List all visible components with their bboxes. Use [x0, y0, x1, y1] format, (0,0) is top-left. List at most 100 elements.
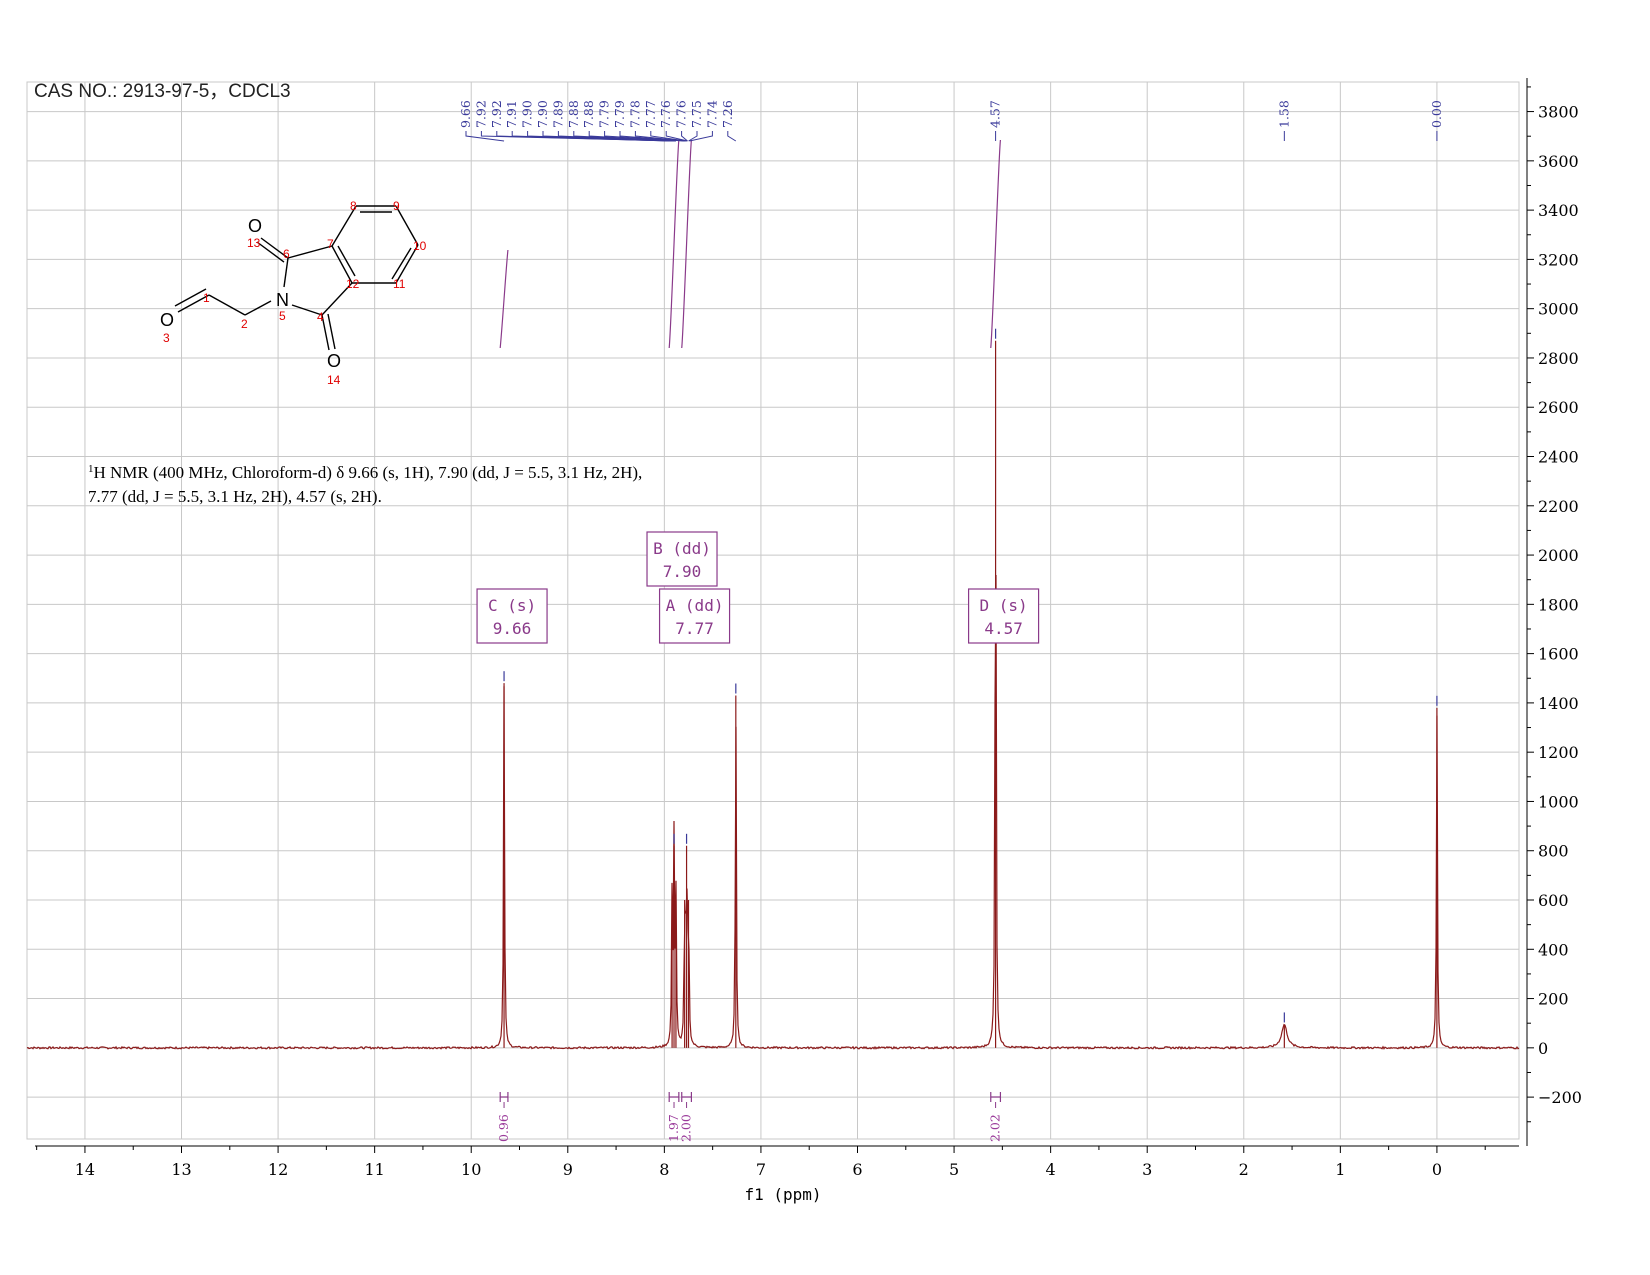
x-tick-label: 12 — [268, 1160, 288, 1179]
atom-number-13: 13 — [247, 236, 261, 250]
peak-label: 7.26 — [720, 100, 735, 128]
x-tick-label: 8 — [659, 1160, 669, 1179]
atom-number-2: 2 — [241, 317, 248, 331]
atom-number-12: 12 — [346, 277, 360, 291]
peak-label: 7.91 — [504, 100, 519, 128]
molecule-structure: O O O N 1 2 3 4 5 6 7 8 9 10 11 12 13 14 — [160, 199, 427, 387]
multiplet-shift: 7.90 — [663, 562, 702, 581]
nmr-spectrum-chart: CAS NO.: 2913-97-5，CDCL3 O O O N 1 2 3 4… — [26, 78, 1582, 1204]
nmr-description-line2: 7.77 (dd, J = 5.5, 3.1 Hz, 2H), 4.57 (s,… — [88, 487, 382, 506]
peak-label: 7.88 — [581, 100, 596, 128]
atom-o14: O — [327, 351, 341, 371]
y-tick-label: 3600 — [1538, 152, 1579, 171]
peak-label: 7.79 — [597, 100, 612, 128]
y-tick-label: 3000 — [1538, 300, 1579, 319]
y-tick-label: 3800 — [1538, 103, 1579, 122]
peak-label-connector — [689, 131, 713, 142]
x-tick-label: 2 — [1239, 1160, 1249, 1179]
x-tick-label: 14 — [75, 1160, 95, 1179]
peak-label: 7.90 — [520, 100, 535, 128]
multiplet-shift: 9.66 — [493, 619, 532, 638]
spectrum-line — [26, 574, 1520, 1050]
integral-curve — [990, 139, 1002, 349]
peak-labels: 9.66 7.92 7.92 7.91 7.90 7.90 7.89 7.88 7.88 7.79… — [458, 100, 1444, 142]
x-tick-label: 5 — [949, 1160, 959, 1179]
atom-number-14: 14 — [327, 373, 341, 387]
atom-number-8: 8 — [350, 199, 357, 213]
peak-label: 7.92 — [473, 100, 488, 128]
atom-o13: O — [248, 216, 262, 236]
y-tick-label: 2800 — [1538, 349, 1579, 368]
peak-label-connector — [727, 131, 737, 142]
bond-4-14-double — [327, 313, 336, 350]
nmr-description-line1: 1H NMR (400 MHz, Chloroform-d) δ 9.66 (s… — [88, 463, 642, 482]
integral-labels: 0.96 1.972.00 2.02 — [496, 1092, 1003, 1142]
peak-label: 7.90 — [535, 100, 550, 128]
y-tick-label: 1000 — [1538, 792, 1579, 811]
x-tick-label: 7 — [756, 1160, 766, 1179]
peak-label: 7.89 — [550, 100, 565, 128]
peak-label: 0.00 — [1429, 100, 1444, 128]
y-tick-label: 600 — [1538, 891, 1569, 910]
atom-o3: O — [160, 310, 174, 330]
y-tick-label: −200 — [1538, 1088, 1582, 1107]
integral-curves — [499, 139, 1002, 349]
peak-label: 1.58 — [1276, 100, 1291, 128]
multiplet-label: B (dd) — [653, 539, 711, 558]
peak-label: 7.76 — [674, 100, 689, 128]
y-tick-label: 2000 — [1538, 546, 1579, 565]
x-tick-label: 0 — [1432, 1160, 1442, 1179]
integral-curve — [681, 139, 692, 349]
atom-n5: N — [276, 290, 289, 310]
peak-label: 7.78 — [627, 100, 642, 128]
x-tick-label: 10 — [461, 1160, 481, 1179]
multiplet-label: A (dd) — [666, 596, 724, 615]
peak-label: 7.92 — [489, 100, 504, 128]
x-tick-label: 9 — [563, 1160, 573, 1179]
y-tick-label: 1600 — [1538, 645, 1579, 664]
peak-label: 7.74 — [704, 100, 719, 128]
peak-label: 7.77 — [643, 100, 658, 128]
integral-curve — [499, 249, 509, 349]
atom-number-11: 11 — [393, 277, 406, 291]
multiplet-shift: 4.57 — [984, 619, 1023, 638]
y-tick-label: 3400 — [1538, 201, 1579, 220]
y-tick-label: 1200 — [1538, 743, 1579, 762]
peak-label: 7.88 — [566, 100, 581, 128]
multiplet-label: D (s) — [980, 596, 1028, 615]
spectrum-title: CAS NO.: 2913-97-5，CDCL3 — [34, 81, 291, 102]
atom-number-4: 4 — [317, 310, 324, 324]
y-tick-label: 2200 — [1538, 497, 1579, 516]
atom-number-1: 1 — [203, 291, 210, 305]
atom-number-3: 3 — [163, 331, 170, 345]
x-tick-label: 13 — [171, 1160, 191, 1179]
bond-3-1-double — [174, 288, 207, 307]
bond-6-7 — [287, 245, 333, 259]
atom-number-9: 9 — [393, 199, 400, 213]
peak-label: 4.57 — [988, 100, 1003, 128]
bond-5-6 — [283, 257, 289, 288]
atom-number-6: 6 — [283, 247, 290, 261]
spectrum — [26, 328, 1520, 1050]
y-tick-label: 2400 — [1538, 448, 1579, 467]
peak-label: 7.79 — [612, 100, 627, 128]
bond-2-5 — [244, 300, 272, 316]
peak-label: 9.66 — [458, 100, 473, 128]
y-tick-label: 800 — [1538, 842, 1569, 861]
x-axis-label: f1 (ppm) — [744, 1185, 821, 1204]
x-tick-label: 6 — [852, 1160, 862, 1179]
peak-label: 7.76 — [658, 100, 673, 128]
integral-value: 2.00 — [679, 1114, 694, 1142]
integral-curve — [668, 139, 680, 349]
x-tick-label: 11 — [364, 1160, 384, 1179]
integral-value: 2.02 — [988, 1114, 1003, 1142]
integral-value: 0.96 — [496, 1114, 511, 1142]
x-tick-label: 3 — [1142, 1160, 1152, 1179]
x-tick-label: 4 — [1046, 1160, 1056, 1179]
y-tick-label: 3200 — [1538, 250, 1579, 269]
y-tick-label: 200 — [1538, 990, 1569, 1009]
atom-number-7: 7 — [327, 237, 334, 251]
y-tick-label: 2600 — [1538, 398, 1579, 417]
y-tick-label: 0 — [1538, 1039, 1548, 1058]
multiplet-shift: 7.77 — [675, 619, 714, 638]
